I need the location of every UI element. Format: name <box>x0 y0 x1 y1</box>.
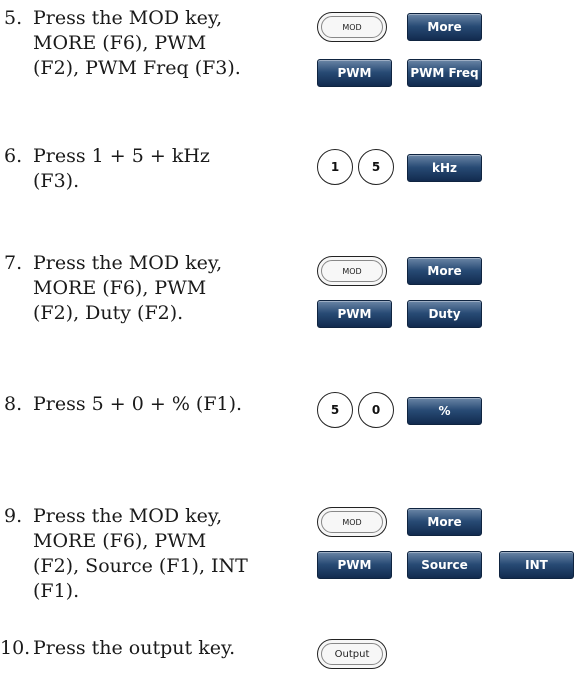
mod-key[interactable]: MOD <box>317 507 387 537</box>
digit-5-key[interactable]: 5 <box>358 149 394 185</box>
step-5: 5. Press the MOD key, MORE (F6), PWM (F2… <box>0 6 579 87</box>
source-softkey[interactable]: Source <box>407 551 482 579</box>
pwm-freq-softkey[interactable]: PWM Freq <box>407 59 482 87</box>
digit-1-key[interactable]: 1 <box>317 149 353 185</box>
step-9: 9. Press the MOD key, MORE (F6), PWM (F2… <box>0 504 579 614</box>
pwm-softkey[interactable]: PWM <box>317 59 392 87</box>
mod-key[interactable]: MOD <box>317 12 387 42</box>
khz-softkey[interactable]: kHz <box>407 154 482 182</box>
step-7: 7. Press the MOD key, MORE (F6), PWM (F2… <box>0 251 579 331</box>
more-softkey[interactable]: More <box>407 13 482 41</box>
more-softkey[interactable]: More <box>407 257 482 285</box>
step-6: 6. Press 1 + 5 + kHz (F3). 1 5 kHz <box>0 144 579 204</box>
digit-5-key[interactable]: 5 <box>317 392 353 428</box>
step-10: 10. Press the output key. Output <box>0 636 579 672</box>
step-8: 8. Press 5 + 0 + % (F1). 5 0 % <box>0 392 579 442</box>
output-key[interactable]: Output <box>317 639 387 669</box>
mod-key[interactable]: MOD <box>317 256 387 286</box>
pwm-softkey[interactable]: PWM <box>317 300 392 328</box>
more-softkey[interactable]: More <box>407 508 482 536</box>
digit-0-key[interactable]: 0 <box>358 392 394 428</box>
int-softkey[interactable]: INT <box>499 551 574 579</box>
duty-softkey[interactable]: Duty <box>407 300 482 328</box>
percent-softkey[interactable]: % <box>407 397 482 425</box>
pwm-softkey[interactable]: PWM <box>317 551 392 579</box>
